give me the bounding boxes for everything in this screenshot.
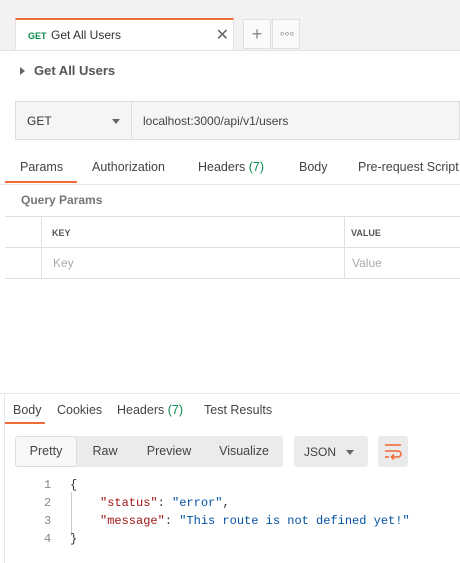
line-number: 2 xyxy=(44,496,52,510)
tab-strip: GET Get All Users ✕ + ∘∘∘ xyxy=(0,0,460,51)
tab-params[interactable]: Params xyxy=(20,160,63,174)
chevron-down-icon xyxy=(346,450,354,455)
plus-icon: + xyxy=(251,24,263,44)
tab-test-results[interactable]: Test Results xyxy=(204,403,272,417)
json-key: "message" xyxy=(100,514,165,528)
json-line: "status": "error", xyxy=(100,496,230,510)
url-input[interactable]: localhost:3000/api/v1/users xyxy=(143,114,288,128)
headers-label: Headers xyxy=(198,160,246,174)
method-select[interactable]: GET xyxy=(16,102,132,139)
wrap-lines-button[interactable] xyxy=(378,436,408,467)
query-params-title: Query Params xyxy=(21,193,103,207)
json-string: "error" xyxy=(172,496,223,510)
request-tab[interactable]: GET Get All Users ✕ xyxy=(15,18,234,50)
json-line: "message": "This route is not defined ye… xyxy=(100,514,410,528)
tab-title: Get All Users xyxy=(51,28,122,42)
table-column-divider xyxy=(41,216,42,278)
indent-guide xyxy=(71,492,72,536)
active-response-tab-indicator xyxy=(5,422,45,424)
add-tab-button[interactable]: + xyxy=(243,19,271,49)
divider xyxy=(0,184,460,185)
table-top-border xyxy=(5,216,460,217)
value-column-header: VALUE xyxy=(351,228,381,238)
json-key: "status" xyxy=(100,496,158,510)
language-select[interactable]: JSON xyxy=(294,436,368,467)
table-header-border xyxy=(5,247,460,248)
more-tabs-button[interactable]: ∘∘∘ xyxy=(272,19,300,49)
line-number: 1 xyxy=(44,478,52,492)
request-title-row[interactable]: Get All Users xyxy=(0,50,460,90)
method-value: GET xyxy=(27,114,52,128)
tab-response-body[interactable]: Body xyxy=(13,403,42,417)
close-icon[interactable]: ✕ xyxy=(216,25,229,45)
request-tabs: Params Authorization Headers (7) Body Pr… xyxy=(0,151,460,184)
raw-button[interactable]: Raw xyxy=(79,436,131,467)
url-bar: GET localhost:3000/api/v1/users xyxy=(15,101,460,140)
language-value: JSON xyxy=(304,445,337,459)
table-column-divider xyxy=(344,216,345,278)
preview-button[interactable]: Preview xyxy=(135,436,203,467)
response-headers-count: (7) xyxy=(167,403,184,417)
tab-response-headers[interactable]: Headers (7) xyxy=(117,403,183,417)
more-icon: ∘∘∘ xyxy=(278,28,296,40)
response-tabs: Body Cookies Headers (7) Test Results xyxy=(0,400,460,428)
wrap-icon xyxy=(385,444,402,461)
key-column-header: KEY xyxy=(52,228,71,238)
caret-right-icon[interactable] xyxy=(20,67,25,75)
tab-cookies[interactable]: Cookies xyxy=(57,403,102,417)
json-open-brace: { xyxy=(70,478,78,492)
key-input[interactable]: Key xyxy=(53,256,74,270)
request-title: Get All Users xyxy=(34,63,116,78)
tab-method-badge: GET xyxy=(28,31,47,41)
chevron-down-icon xyxy=(112,119,120,124)
tab-prerequest-script[interactable]: Pre-request Script xyxy=(358,160,459,174)
response-divider xyxy=(0,393,460,394)
tab-authorization[interactable]: Authorization xyxy=(92,160,165,174)
response-headers-label: Headers xyxy=(117,403,165,417)
table-bottom-border xyxy=(5,278,460,279)
json-close-brace: } xyxy=(70,532,78,546)
json-string: "This route is not defined yet!" xyxy=(179,514,410,528)
active-tab-indicator xyxy=(5,181,77,183)
format-toolbar: Pretty Raw Preview Visualize xyxy=(15,436,283,467)
line-number: 3 xyxy=(44,514,52,528)
visualize-button[interactable]: Visualize xyxy=(207,436,281,467)
headers-count: (7) xyxy=(248,160,265,174)
tab-headers[interactable]: Headers (7) xyxy=(198,160,264,174)
tab-body[interactable]: Body xyxy=(299,160,328,174)
value-input[interactable]: Value xyxy=(352,256,382,270)
line-number: 4 xyxy=(44,532,52,546)
pretty-button[interactable]: Pretty xyxy=(15,436,77,467)
